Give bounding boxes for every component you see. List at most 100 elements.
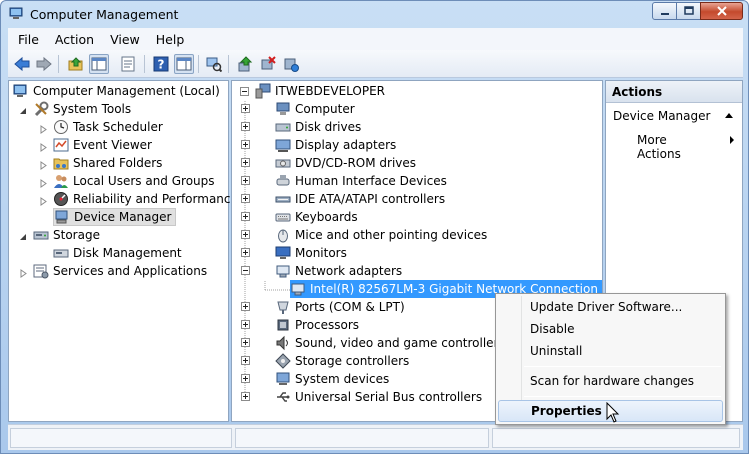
toolbar-separator bbox=[198, 55, 199, 73]
tree-item-event-viewer[interactable]: Event Viewer bbox=[53, 136, 152, 154]
expand-box-icon[interactable] bbox=[241, 338, 250, 347]
menu-view[interactable]: View bbox=[102, 32, 148, 47]
scan-for-hardware-button[interactable] bbox=[204, 54, 224, 74]
more-actions-item[interactable]: More Actions bbox=[606, 129, 742, 161]
expand-box-icon[interactable] bbox=[241, 374, 250, 383]
collapsed-chevron-icon[interactable] bbox=[39, 179, 48, 188]
menu-help[interactable]: Help bbox=[148, 32, 193, 47]
tree-item-storage[interactable]: Storage bbox=[33, 226, 100, 244]
processors-icon bbox=[277, 319, 289, 331]
help-button[interactable]: ? bbox=[151, 54, 171, 74]
collapse-section-icon[interactable] bbox=[725, 113, 733, 118]
menu-item-uninstall[interactable]: Uninstall bbox=[498, 340, 723, 362]
device-category-storage-controllers[interactable]: Storage controllers bbox=[275, 352, 409, 370]
tree-label: Storage controllers bbox=[295, 354, 410, 368]
tree-item-system-tools[interactable]: System Tools bbox=[33, 100, 131, 118]
network-adapters-icon bbox=[276, 265, 290, 278]
expand-box-icon[interactable] bbox=[241, 248, 250, 257]
device-category-keyboards[interactable]: Keyboards bbox=[275, 208, 358, 226]
tree-item-reliability-and-performance[interactable]: Reliability and Performance bbox=[53, 190, 238, 208]
expand-box-icon[interactable] bbox=[241, 176, 250, 185]
scan-hardware-icon bbox=[206, 57, 222, 72]
tree-item-shared-folders[interactable]: Shared Folders bbox=[53, 154, 162, 172]
device-tree-root[interactable]: ITWEBDEVELOPER bbox=[240, 82, 385, 100]
update-driver-button[interactable] bbox=[235, 54, 255, 74]
device-category-processors[interactable]: Processors bbox=[275, 316, 359, 334]
collapse-box-icon[interactable] bbox=[240, 86, 249, 96]
menu-item-update-driver-software[interactable]: Update Driver Software... bbox=[498, 296, 723, 318]
device-category-sound-video-and-game-controllers[interactable]: Sound, video and game controllers bbox=[275, 334, 505, 352]
expand-box-icon[interactable] bbox=[241, 122, 250, 131]
collapsed-chevron-icon[interactable] bbox=[39, 143, 48, 152]
actions-section-device-manager[interactable]: Device Manager bbox=[606, 105, 742, 127]
up-one-level-button[interactable] bbox=[66, 54, 86, 74]
tree-item-local-users-and-groups[interactable]: Local Users and Groups bbox=[53, 172, 215, 190]
device-category-universal-serial-bus-controllers[interactable]: Universal Serial Bus controllers bbox=[275, 388, 482, 406]
title-bar[interactable]: Computer Management bbox=[1, 1, 748, 27]
clock-icon bbox=[54, 120, 68, 134]
mice-and-other-pointing-devices-icon bbox=[278, 229, 288, 243]
collapsed-chevron-icon[interactable] bbox=[19, 269, 28, 278]
storage-controllers-icon bbox=[275, 353, 291, 369]
expand-box-icon[interactable] bbox=[241, 158, 250, 167]
device-category-display-adapters[interactable]: Display adapters bbox=[275, 136, 396, 154]
close-button[interactable] bbox=[700, 2, 743, 20]
menu-item-disable[interactable]: Disable bbox=[498, 318, 723, 340]
device-category-dvd-cd-rom-drives[interactable]: DVD/CD-ROM drives bbox=[275, 154, 416, 172]
properties-button[interactable] bbox=[118, 54, 138, 74]
expanded-chevron-icon[interactable] bbox=[19, 107, 28, 116]
menu-action[interactable]: Action bbox=[47, 32, 102, 47]
uninstall-device-button[interactable] bbox=[258, 54, 278, 74]
expand-box-icon[interactable] bbox=[241, 104, 250, 113]
collapse-box-icon[interactable] bbox=[241, 266, 250, 275]
event-viewer-icon bbox=[53, 138, 69, 152]
back-button[interactable] bbox=[12, 54, 32, 74]
collapsed-chevron-icon[interactable] bbox=[39, 125, 48, 134]
forward-button[interactable] bbox=[34, 54, 54, 74]
toolbar: ? bbox=[8, 50, 743, 78]
help-icon: ? bbox=[153, 56, 169, 72]
device-category-computer[interactable]: Computer bbox=[275, 100, 355, 118]
sound-video-and-game-controllers-icon bbox=[276, 335, 288, 351]
tree-label: IDE ATA/ATAPI controllers bbox=[295, 192, 446, 206]
actions-section-label: Device Manager bbox=[613, 109, 711, 123]
device-category-disk-drives[interactable]: Disk drives bbox=[275, 118, 361, 136]
expanded-chevron-icon[interactable] bbox=[19, 233, 28, 242]
collapsed-chevron-icon[interactable] bbox=[39, 197, 48, 206]
human-interface-devices-icon bbox=[276, 175, 290, 186]
device-category-human-interface-devices[interactable]: Human Interface Devices bbox=[275, 172, 447, 190]
tree-label: Services and Applications bbox=[53, 264, 208, 278]
maximize-button[interactable] bbox=[676, 2, 701, 20]
tree-item-services-and-applications[interactable]: Services and Applications bbox=[33, 262, 207, 280]
tree-label: Human Interface Devices bbox=[295, 174, 447, 188]
enable-device-button[interactable] bbox=[281, 54, 301, 74]
show-hide-console-tree-button[interactable] bbox=[89, 54, 109, 74]
device-category-network-adapters[interactable]: Network adapters bbox=[275, 262, 402, 280]
expand-box-icon[interactable] bbox=[241, 194, 250, 203]
menu-item-scan-for-hardware-changes[interactable]: Scan for hardware changes bbox=[498, 370, 723, 392]
device-category-ports-com-lpt[interactable]: Ports (COM & LPT) bbox=[275, 298, 405, 316]
expand-box-icon[interactable] bbox=[241, 140, 250, 149]
expand-box-icon[interactable] bbox=[241, 230, 250, 239]
device-category-monitors[interactable]: Monitors bbox=[275, 244, 347, 262]
device-category-mice-and-other-pointing-devices[interactable]: Mice and other pointing devices bbox=[275, 226, 487, 244]
tree-item-task-scheduler[interactable]: Task Scheduler bbox=[53, 118, 163, 136]
forward-arrow-icon bbox=[36, 56, 52, 72]
expand-box-icon[interactable] bbox=[241, 320, 250, 329]
expand-box-icon[interactable] bbox=[241, 392, 250, 401]
expand-box-icon[interactable] bbox=[241, 302, 250, 311]
collapsed-chevron-icon[interactable] bbox=[39, 161, 48, 170]
show-hide-action-pane-icon bbox=[176, 57, 192, 71]
expand-box-icon[interactable] bbox=[241, 212, 250, 221]
tree-item-disk-management[interactable]: Disk Management bbox=[53, 244, 182, 262]
shared-folder-icon bbox=[53, 158, 69, 170]
minimize-button[interactable] bbox=[652, 2, 677, 20]
menu-file[interactable]: File bbox=[8, 32, 47, 47]
device-category-system-devices[interactable]: System devices bbox=[275, 370, 389, 388]
tree-item-computer-management-local[interactable]: Computer Management (Local) bbox=[13, 82, 220, 100]
device-category-ide-ata-atapi-controllers[interactable]: IDE ATA/ATAPI controllers bbox=[275, 190, 445, 208]
monitors-icon bbox=[275, 246, 291, 259]
tree-item-device-manager[interactable]: Device Manager bbox=[53, 208, 177, 226]
show-hide-action-pane-button[interactable] bbox=[174, 54, 194, 74]
expand-box-icon[interactable] bbox=[241, 356, 250, 365]
